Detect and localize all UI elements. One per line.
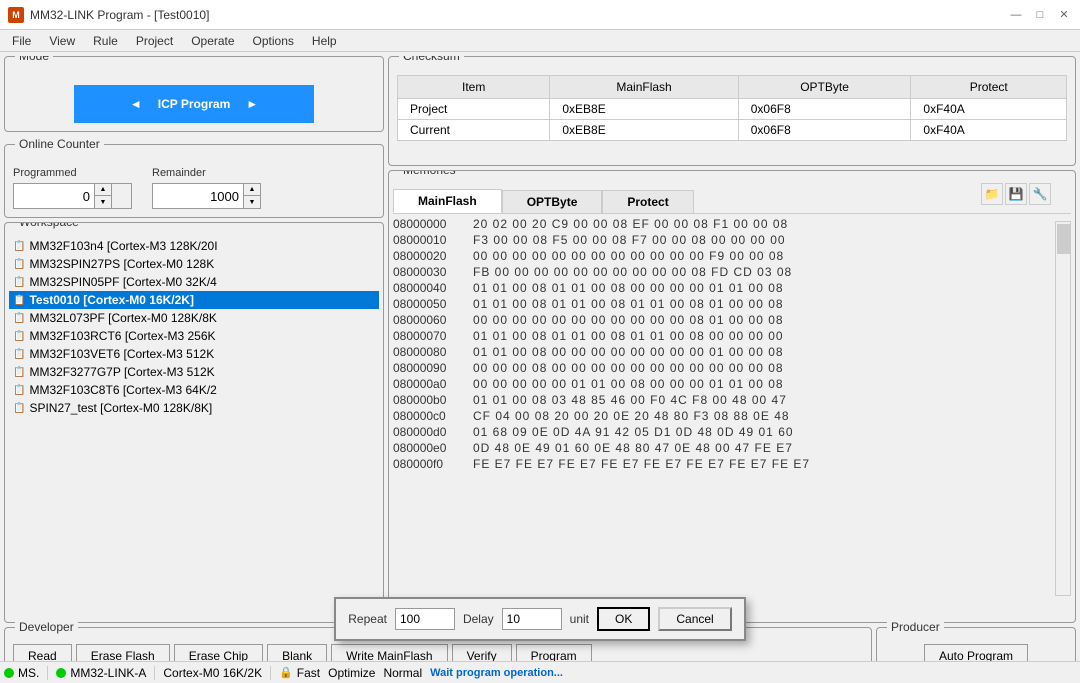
dialog-ok-button[interactable]: OK [597, 607, 650, 631]
dialog-unit-label: unit [570, 612, 589, 626]
dialog-overlay: Repeat Delay unit OK Cancel [0, 0, 1080, 683]
dialog-box: Repeat Delay unit OK Cancel [334, 597, 745, 641]
dialog-repeat-input[interactable] [395, 608, 455, 630]
dialog-delay-label: Delay [463, 612, 494, 626]
dialog-cancel-button[interactable]: Cancel [658, 607, 731, 631]
dialog-repeat-label: Repeat [348, 612, 387, 626]
dialog-delay-input[interactable] [502, 608, 562, 630]
